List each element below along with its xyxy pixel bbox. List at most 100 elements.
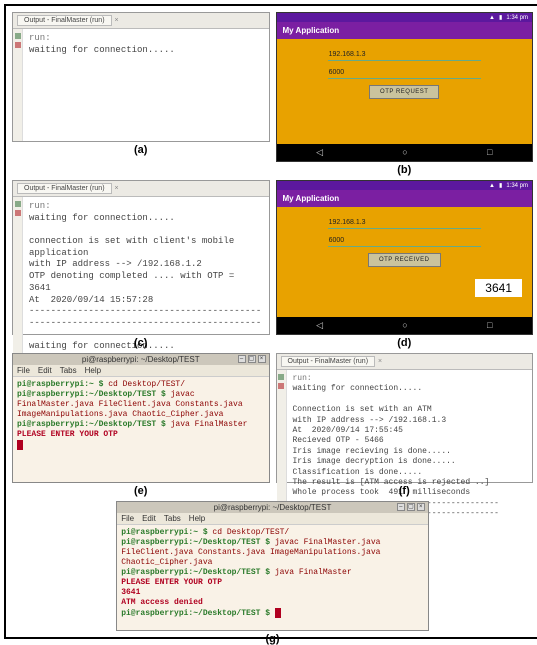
row-1: Output - FinalMaster (run) × run: waitin… [12,12,533,176]
app-title: My Application [283,194,340,203]
battery-icon: ▮ [499,14,502,21]
cmd-cd: cd Desktop/TEST/ [108,380,185,389]
term-title-text: pi@raspberrypi: ~/Desktop/TEST [214,503,332,512]
ide-tab-bar: Output - FinalMaster (run) × [277,354,533,370]
maximize-icon[interactable]: ▢ [407,503,415,511]
prompt-test: pi@raspberrypi:~/Desktop/TEST $ [121,609,275,618]
stop-icon[interactable] [15,210,21,216]
panel-label-e: (e) [12,485,270,497]
status-time: 1:34 pm [506,15,528,21]
menu-file[interactable]: File [17,366,30,375]
ide-tab-bar: Output - FinalMaster (run) × [13,181,269,197]
run-label: run: [293,374,312,383]
ide-tab[interactable]: Output - FinalMaster (run) [281,356,376,367]
enter-otp-msg: PLEASE ENTER YOUR OTP [121,578,222,587]
close-icon[interactable]: × [115,17,119,24]
recent-icon[interactable]: □ [487,320,492,331]
battery-icon: ▮ [499,182,502,189]
run-icon[interactable] [15,33,21,39]
ide-tab[interactable]: Output - FinalMaster (run) [17,183,112,194]
stop-icon[interactable] [278,383,284,389]
close-icon[interactable]: × [378,358,382,365]
menu-help[interactable]: Help [189,514,205,523]
ide-output: run: waiting for connection..... [23,29,269,141]
back-icon[interactable]: ◁ [316,320,323,331]
menu-file[interactable]: File [121,514,134,523]
run-label: run: [29,201,51,211]
panel-e-cell: pi@raspberrypi: ~/Desktop/TEST – ▢ × Fil… [12,353,270,497]
otp-received-button[interactable]: OTP RECEIVED [368,253,441,267]
term-menubar: File Edit Tabs Help [117,513,428,525]
row-4: pi@raspberrypi: ~/Desktop/TEST – ▢ × Fil… [12,501,533,631]
close-icon[interactable]: × [258,355,266,363]
app-title: My Application [283,26,340,35]
home-icon[interactable]: ○ [402,320,407,331]
run-icon[interactable] [278,374,284,380]
term-output[interactable]: pi@raspberrypi:~ $ cd Desktop/TEST/ pi@r… [117,525,428,630]
close-icon[interactable]: × [417,503,425,511]
ide-content: run: waiting for connection..... [13,29,269,141]
run-label: run: [29,33,51,43]
prompt-home: pi@raspberrypi:~ $ [121,528,212,537]
prompt-test: pi@raspberrypi:~/Desktop/TEST $ [121,568,275,577]
row-2: Output - FinalMaster (run) × run: waitin… [12,180,533,349]
panel-g-cell: pi@raspberrypi: ~/Desktop/TEST – ▢ × Fil… [116,501,429,631]
panel-f-cell: Output - FinalMaster (run) × run: waitin… [276,353,534,497]
otp-request-button[interactable]: OTP REQUEST [369,85,439,99]
cursor-icon [275,608,281,618]
panel-label-d: (d) [276,337,534,349]
menu-tabs[interactable]: Tabs [164,514,181,523]
home-icon[interactable]: ○ [402,147,407,158]
ide-tab-bar: Output - FinalMaster (run) × [13,13,269,29]
panel-c-cell: Output - FinalMaster (run) × run: waitin… [12,180,270,349]
cmd-java: java FinalMaster [275,568,352,577]
ip-input[interactable] [328,217,481,229]
menu-edit[interactable]: Edit [142,514,156,523]
term-output[interactable]: pi@raspberrypi:~ $ cd Desktop/TEST/ pi@r… [13,377,269,482]
ip-input[interactable] [328,49,481,61]
ide-window-c: Output - FinalMaster (run) × run: waitin… [12,180,270,335]
recent-icon[interactable]: □ [487,147,492,158]
ide-tab[interactable]: Output - FinalMaster (run) [17,15,112,26]
term-window-controls: – ▢ × [238,355,266,363]
signal-icon: ▲ [489,183,495,189]
ide-window-f: Output - FinalMaster (run) × run: waitin… [276,353,534,483]
run-icon[interactable] [15,201,21,207]
port-input[interactable] [328,235,481,247]
row-3: pi@raspberrypi: ~/Desktop/TEST – ▢ × Fil… [12,353,533,497]
denied-msg: ATM access denied [121,598,203,607]
term-menubar: File Edit Tabs Help [13,365,269,377]
minimize-icon[interactable]: – [397,503,405,511]
panel-label-a: (a) [12,144,270,156]
term-titlebar: pi@raspberrypi: ~/Desktop/TEST – ▢ × [117,502,428,513]
cmd-java: java FinalMaster [171,420,248,429]
status-bar: ▲ ▮ 1:34 pm [277,13,533,22]
ide-gutter [13,197,23,357]
signal-icon: ▲ [489,15,495,21]
close-icon[interactable]: × [115,185,119,192]
android-app-b: ▲ ▮ 1:34 pm My Application OTP REQUEST ◁… [276,12,534,162]
port-input[interactable] [328,67,481,79]
prompt-test: pi@raspberrypi:~/Desktop/TEST $ [121,538,275,547]
output-line: waiting for connection..... [29,45,175,55]
prompt-home: pi@raspberrypi:~ $ [17,380,108,389]
panel-b-cell: ▲ ▮ 1:34 pm My Application OTP REQUEST ◁… [276,12,534,176]
stop-icon[interactable] [15,42,21,48]
ide-window-a: Output - FinalMaster (run) × run: waitin… [12,12,270,142]
prompt-test: pi@raspberrypi:~/Desktop/TEST $ [17,420,171,429]
minimize-icon[interactable]: – [238,355,246,363]
menu-tabs[interactable]: Tabs [60,366,77,375]
term-title-text: pi@raspberrypi: ~/Desktop/TEST [82,355,200,364]
app-body: OTP RECEIVED 3641 [277,207,533,317]
menu-help[interactable]: Help [85,366,101,375]
pi-terminal-e: pi@raspberrypi: ~/Desktop/TEST – ▢ × Fil… [12,353,270,483]
panel-a-cell: Output - FinalMaster (run) × run: waitin… [12,12,270,176]
menu-edit[interactable]: Edit [38,366,52,375]
cmd-cd: cd Desktop/TEST/ [212,528,289,537]
maximize-icon[interactable]: ▢ [248,355,256,363]
term-window-controls: – ▢ × [397,503,425,511]
status-time: 1:34 pm [506,183,528,189]
app-body: OTP REQUEST [277,39,533,144]
ide-tab-label: Output - FinalMaster (run) [288,358,369,365]
back-icon[interactable]: ◁ [316,147,323,158]
